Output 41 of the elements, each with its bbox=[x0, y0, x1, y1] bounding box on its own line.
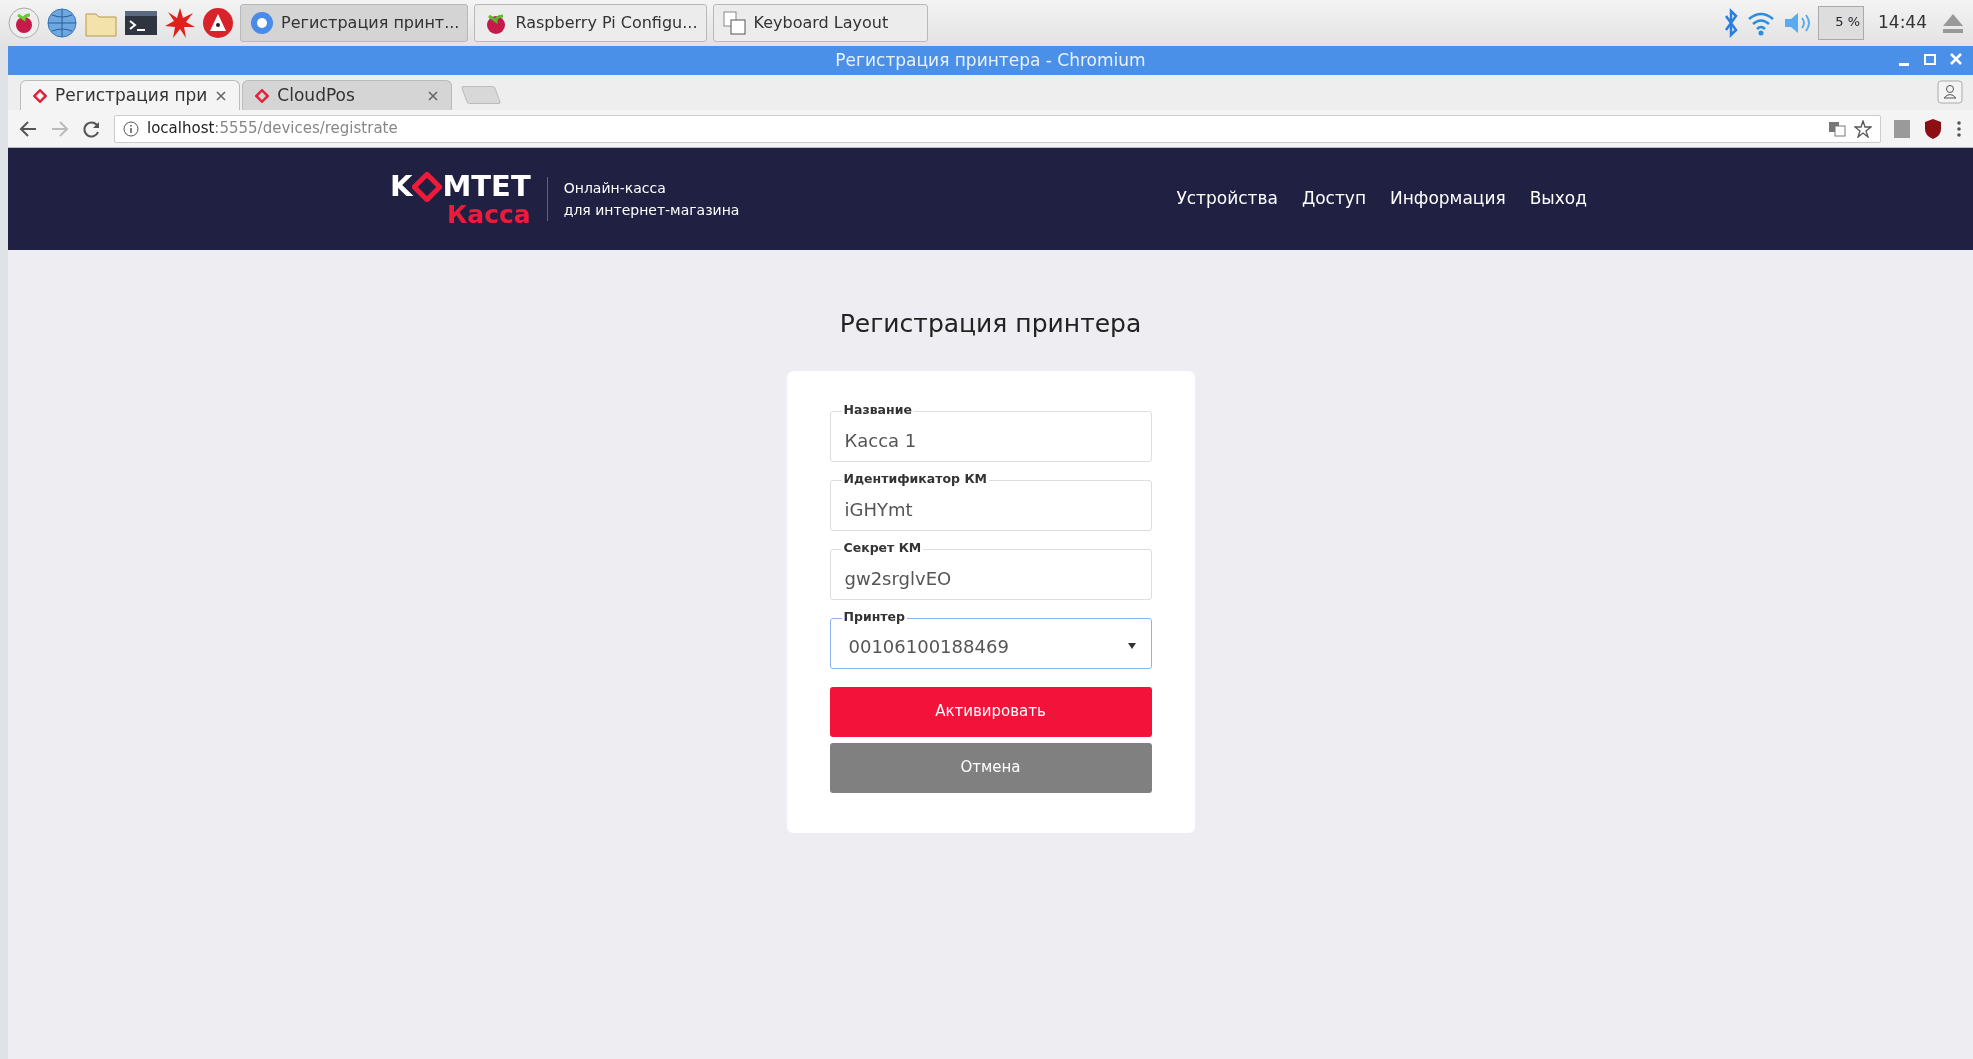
clock[interactable]: 14:44 bbox=[1878, 10, 1927, 36]
nav-link[interactable]: Доступ bbox=[1301, 186, 1367, 212]
site-logo[interactable]: K MTET Касса bbox=[390, 171, 531, 227]
close-icon[interactable] bbox=[215, 89, 228, 102]
shield-icon[interactable] bbox=[1923, 117, 1943, 140]
globe-icon[interactable] bbox=[46, 7, 78, 39]
bluetooth-icon[interactable] bbox=[1722, 8, 1740, 38]
terminal-icon[interactable] bbox=[124, 8, 158, 38]
tagline-text: Онлайн-касса bbox=[563, 179, 667, 198]
profile-icon[interactable] bbox=[1937, 80, 1963, 104]
page-title: Регистрация принтера bbox=[838, 308, 1143, 340]
back-arrow-icon[interactable] bbox=[18, 118, 38, 139]
nav-link[interactable]: Информация bbox=[1390, 186, 1506, 212]
taskbar-button[interactable]: Регистрация принт... bbox=[240, 4, 469, 42]
caret-icon bbox=[1126, 642, 1137, 650]
extension-icon[interactable] bbox=[1893, 118, 1911, 139]
info-icon bbox=[123, 120, 139, 137]
taskbar-button[interactable]: Raspberry Pi Configu... bbox=[474, 4, 707, 42]
taskbar-button[interactable]: Keyboard Layout bbox=[712, 4, 928, 42]
cpu-meter[interactable]: 5 % bbox=[1818, 6, 1864, 40]
diamond-logo-mark bbox=[412, 171, 443, 202]
speaker-icon[interactable] bbox=[1782, 10, 1812, 36]
browser-icon bbox=[249, 10, 275, 36]
menu-icon[interactable] bbox=[1955, 118, 1963, 139]
nav-link[interactable]: Выход bbox=[1529, 186, 1587, 212]
close-icon[interactable] bbox=[427, 89, 440, 102]
window-title: Регистрация принтера - Chromium bbox=[835, 48, 1146, 72]
keyboard-layout-icon bbox=[721, 10, 748, 36]
star-icon[interactable] bbox=[1854, 119, 1872, 138]
browser-tab[interactable]: CloudPos bbox=[242, 80, 453, 110]
activate-button[interactable]: Активировать bbox=[829, 686, 1152, 737]
translate-icon[interactable] bbox=[1828, 120, 1846, 137]
reload-icon[interactable] bbox=[82, 118, 102, 139]
raspberry-icon[interactable] bbox=[8, 7, 40, 39]
browser-tab[interactable]: Регистрация при bbox=[20, 80, 241, 110]
cancel-button[interactable]: Отмена bbox=[829, 742, 1152, 793]
diamond-icon bbox=[33, 88, 47, 103]
starburst-icon[interactable] bbox=[164, 7, 196, 39]
tagline-text: для интернет-магазина bbox=[563, 201, 740, 220]
nav-link[interactable]: Устройства bbox=[1176, 186, 1278, 212]
diamond-icon bbox=[255, 88, 270, 103]
